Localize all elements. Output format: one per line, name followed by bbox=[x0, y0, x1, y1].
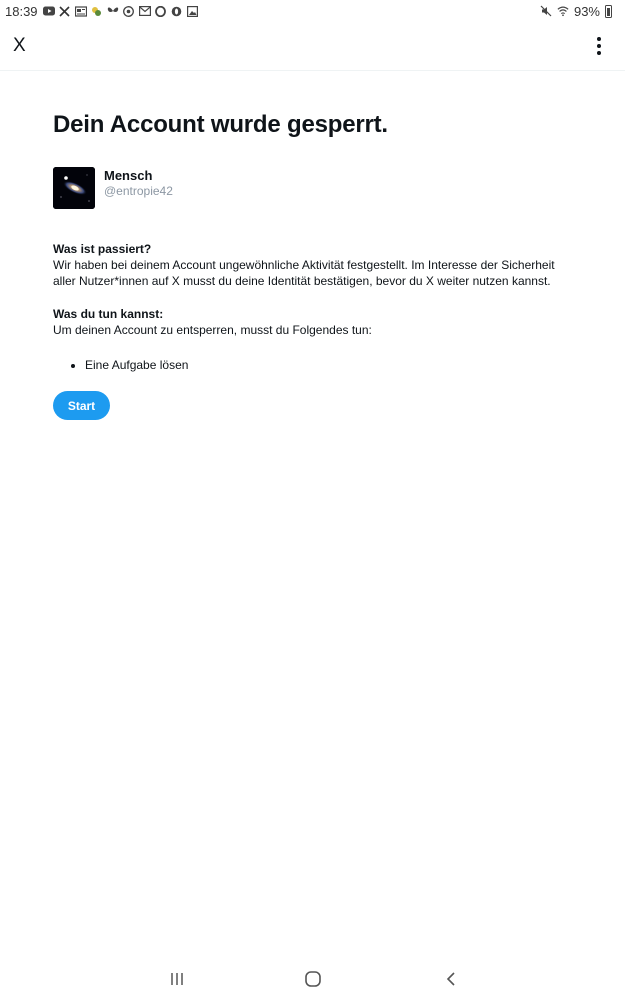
opera-icon-2 bbox=[171, 5, 183, 17]
mail-icon bbox=[138, 5, 151, 17]
app-header: X bbox=[0, 22, 625, 71]
header-title: X bbox=[13, 35, 26, 56]
list-item: Eine Aufgabe lösen bbox=[85, 357, 573, 373]
user-handle: @entropie42 bbox=[104, 184, 173, 198]
section-text: Um deinen Account zu entsperren, musst d… bbox=[53, 323, 372, 337]
back-button[interactable] bbox=[439, 969, 463, 989]
page-title: Dein Account wurde gesperrt. bbox=[53, 111, 388, 138]
status-bar: 18:39 93% bbox=[0, 0, 625, 22]
section-heading: Was ist passiert? bbox=[53, 242, 152, 256]
section-heading: Was du tun kannst: bbox=[53, 307, 164, 321]
section-text: Wir haben bei deinem Account ungewöhnlic… bbox=[53, 258, 555, 288]
profile: Mensch @entropie42 bbox=[53, 167, 573, 209]
dot-icon bbox=[597, 37, 601, 41]
battery-icon bbox=[605, 4, 612, 18]
status-right: 93% bbox=[540, 0, 612, 22]
dot-icon bbox=[597, 51, 601, 55]
display-name: Mensch bbox=[104, 168, 153, 183]
task-list: Eine Aufgabe lösen bbox=[53, 357, 573, 373]
x-icon bbox=[59, 5, 71, 17]
gallery-icon bbox=[187, 5, 199, 17]
notification-icons bbox=[42, 5, 199, 17]
news-icon bbox=[74, 5, 87, 17]
navigation-bar bbox=[0, 955, 625, 1000]
battery-level: 93% bbox=[573, 3, 600, 19]
app-icon bbox=[91, 5, 103, 17]
avatar bbox=[53, 167, 95, 209]
home-icon bbox=[305, 971, 321, 987]
what-happened-section: Was ist passiert? Wir haben bei deinem A… bbox=[53, 241, 573, 289]
youtube-icon bbox=[42, 5, 55, 17]
recent-apps-icon bbox=[171, 973, 183, 985]
mute-icon bbox=[540, 5, 552, 17]
more-options-button[interactable] bbox=[587, 33, 611, 59]
opera-icon bbox=[155, 5, 167, 17]
back-icon bbox=[446, 972, 455, 986]
dot-icon bbox=[597, 44, 601, 48]
status-time: 18:39 bbox=[5, 3, 38, 19]
recent-apps-button[interactable] bbox=[165, 969, 189, 989]
main-content: Dein Account wurde gesperrt. Mensch @ent… bbox=[53, 71, 573, 420]
home-button[interactable] bbox=[301, 969, 325, 989]
galaxy-avatar-image bbox=[53, 167, 95, 209]
wifi-icon bbox=[557, 5, 569, 17]
chrome-icon bbox=[123, 5, 135, 17]
start-button[interactable]: Start bbox=[53, 391, 110, 420]
what-you-can-do-section: Was du tun kannst: Um deinen Account zu … bbox=[53, 306, 573, 338]
profile-text: Mensch @entropie42 bbox=[104, 168, 173, 199]
butterfly-icon bbox=[107, 5, 119, 17]
